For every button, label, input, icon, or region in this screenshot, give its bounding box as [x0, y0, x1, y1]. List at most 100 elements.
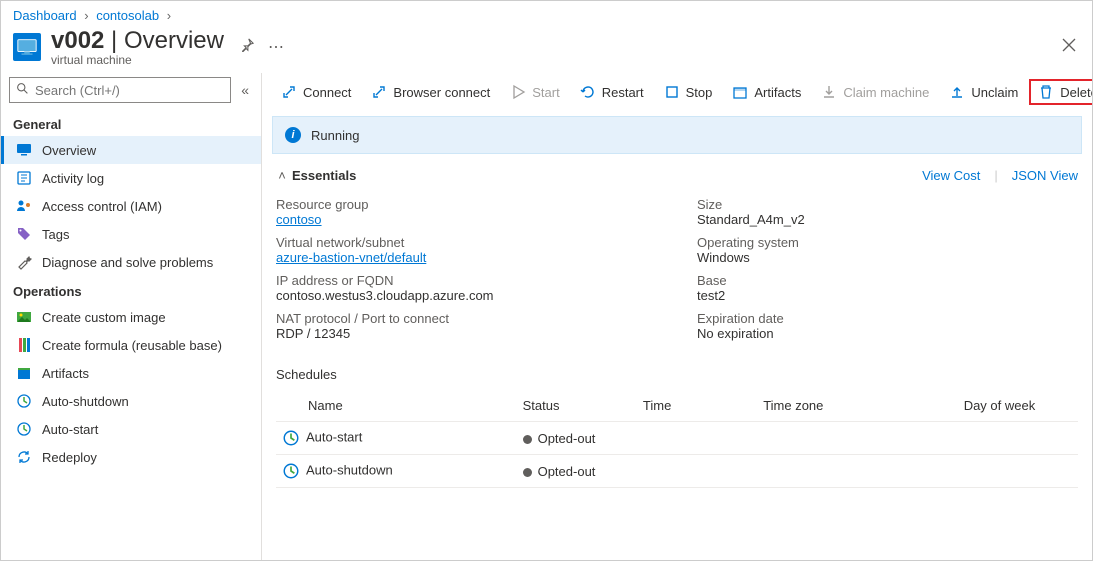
col-zone: Time zone [757, 390, 958, 422]
col-time: Time [637, 390, 757, 422]
essentials-label: Essentials [292, 168, 356, 183]
sidebar-group-general: General [1, 109, 261, 136]
unclaim-button[interactable]: Unclaim [940, 79, 1027, 105]
tag-icon [16, 226, 32, 242]
image-icon [16, 309, 32, 325]
iam-icon [16, 198, 32, 214]
artifacts-icon [16, 365, 32, 381]
essentials-header[interactable]: ˄ Essentials View Cost | JSON View [276, 164, 1078, 191]
main-content: Connect Browser connect Start Restart St… [261, 73, 1092, 560]
col-dow: Day of week [958, 390, 1078, 422]
sidebar-item-label: Access control (IAM) [42, 199, 162, 214]
ess-expiration: Expiration date No expiration [697, 311, 1078, 341]
resource-group-link[interactable]: contoso [276, 212, 322, 227]
sidebar-item-label: Overview [42, 143, 96, 158]
start-button: Start [501, 79, 568, 105]
sidebar-item-auto-shutdown[interactable]: Auto-shutdown [1, 387, 261, 415]
sidebar-item-label: Tags [42, 227, 69, 242]
ess-resource-group: Resource group contoso [276, 197, 657, 227]
sidebar-item-label: Artifacts [42, 366, 89, 381]
sidebar-item-tags[interactable]: Tags [1, 220, 261, 248]
col-status: Status [517, 390, 637, 422]
sidebar-item-auto-start[interactable]: Auto-start [1, 415, 261, 443]
restart-button[interactable]: Restart [571, 79, 653, 105]
stop-icon [664, 84, 680, 100]
chevron-up-icon: ˄ [276, 168, 288, 183]
pin-icon[interactable] [240, 38, 254, 57]
table-row[interactable]: Auto-shutdown Opted-out [276, 455, 1078, 488]
browser-connect-button[interactable]: Browser connect [362, 79, 499, 105]
col-name: Name [308, 398, 343, 413]
vm-icon [13, 33, 41, 61]
search-input-wrap[interactable] [9, 77, 231, 103]
search-icon [16, 82, 29, 98]
formula-icon [16, 337, 32, 353]
sidebar-item-label: Create custom image [42, 310, 166, 325]
connect-button[interactable]: Connect [272, 79, 360, 105]
connect-icon [281, 84, 297, 100]
json-view-link[interactable]: JSON View [1012, 168, 1078, 183]
view-cost-link[interactable]: View Cost [922, 168, 980, 183]
sidebar-item-activity-log[interactable]: Activity log [1, 164, 261, 192]
clock-icon [282, 429, 300, 447]
delete-button[interactable]: Delete [1029, 79, 1092, 105]
ess-nat: NAT protocol / Port to connect RDP / 123… [276, 311, 657, 341]
sidebar-item-artifacts[interactable]: Artifacts [1, 359, 261, 387]
ess-os: Operating system Windows [697, 235, 1078, 265]
sidebar-item-label: Activity log [42, 171, 104, 186]
status-dot-icon [523, 435, 532, 444]
page-title: v002 | Overview [51, 27, 224, 55]
download-icon [821, 84, 837, 100]
artifacts-button[interactable]: Artifacts [723, 79, 810, 105]
schedules-title: Schedules [276, 357, 1078, 382]
clock-icon [282, 462, 300, 480]
sidebar: « General Overview Activity log Access c… [1, 73, 261, 560]
sidebar-item-redeploy[interactable]: Redeploy [1, 443, 261, 471]
clock-icon [16, 421, 32, 437]
play-icon [510, 84, 526, 100]
wrench-icon [16, 254, 32, 270]
sidebar-item-label: Redeploy [42, 450, 97, 465]
status-bar: i Running [272, 116, 1082, 154]
monitor-icon [16, 142, 32, 158]
sidebar-item-label: Create formula (reusable base) [42, 338, 222, 353]
collapse-sidebar-icon[interactable]: « [237, 78, 253, 102]
page-header: v002 | Overview virtual machine ⋯ [1, 23, 1092, 73]
breadcrumb-parent[interactable]: contosolab [96, 8, 159, 23]
status-text: Running [311, 128, 359, 143]
sidebar-item-label: Auto-start [42, 422, 98, 437]
connect-icon [371, 84, 387, 100]
sidebar-item-create-custom-image[interactable]: Create custom image [1, 303, 261, 331]
essentials-grid: Resource group contoso Size Standard_A4m… [276, 191, 1078, 357]
toolbar: Connect Browser connect Start Restart St… [262, 73, 1092, 112]
ess-vnet: Virtual network/subnet azure-bastion-vne… [276, 235, 657, 265]
restart-icon [580, 84, 596, 100]
upload-icon [949, 84, 965, 100]
breadcrumb: Dashboard › contosolab › [1, 1, 1092, 23]
sidebar-item-access-control[interactable]: Access control (IAM) [1, 192, 261, 220]
more-icon[interactable]: ⋯ [268, 37, 286, 57]
search-input[interactable] [35, 83, 224, 98]
vnet-link[interactable]: azure-bastion-vnet/default [276, 250, 426, 265]
sidebar-item-create-formula[interactable]: Create formula (reusable base) [1, 331, 261, 359]
ess-ip: IP address or FQDN contoso.westus3.cloud… [276, 273, 657, 303]
trash-icon [1038, 84, 1054, 100]
claim-button: Claim machine [812, 79, 938, 105]
redeploy-icon [16, 449, 32, 465]
sidebar-group-operations: Operations [1, 276, 261, 303]
artifacts-icon [732, 84, 748, 100]
breadcrumb-sep: › [84, 8, 88, 23]
stop-button[interactable]: Stop [655, 79, 722, 105]
ess-size: Size Standard_A4m_v2 [697, 197, 1078, 227]
resource-type: virtual machine [51, 53, 224, 67]
breadcrumb-dashboard[interactable]: Dashboard [13, 8, 77, 23]
sidebar-item-label: Diagnose and solve problems [42, 255, 213, 270]
clock-icon [16, 393, 32, 409]
sidebar-item-diagnose[interactable]: Diagnose and solve problems [1, 248, 261, 276]
sidebar-item-label: Auto-shutdown [42, 394, 129, 409]
table-row[interactable]: Auto-start Opted-out [276, 422, 1078, 455]
close-icon[interactable] [1058, 34, 1080, 61]
status-dot-icon [523, 468, 532, 477]
sidebar-item-overview[interactable]: Overview [1, 136, 261, 164]
breadcrumb-sep: › [167, 8, 171, 23]
